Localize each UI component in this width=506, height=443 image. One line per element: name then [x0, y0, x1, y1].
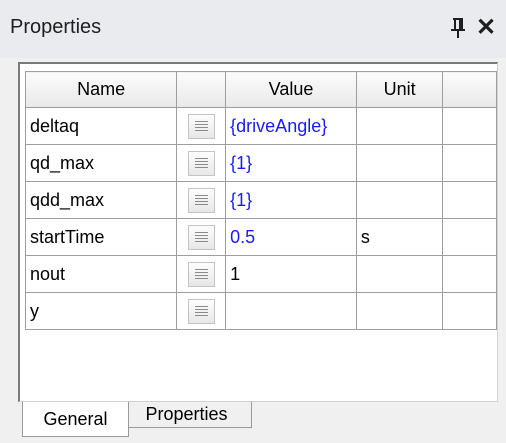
row-name-cell[interactable]: startTime: [24, 218, 178, 256]
pin-icon[interactable]: [450, 17, 466, 39]
list-icon: [194, 194, 208, 207]
panel-title: Properties: [10, 16, 102, 38]
close-icon[interactable]: ✕: [476, 16, 496, 40]
row-extra-cell: [442, 144, 497, 182]
edit-list-button[interactable]: [187, 224, 215, 250]
row-extra-cell: [442, 181, 497, 219]
table-row[interactable]: deltaq {driveAngle}: [24, 107, 497, 145]
properties-panel: Properties ✕ Name Value Unit deltaq {dri…: [0, 0, 506, 443]
row-button-cell: [176, 218, 227, 256]
row-value-cell[interactable]: [225, 292, 357, 330]
edit-list-button[interactable]: [187, 187, 215, 213]
row-extra-cell: [442, 218, 497, 256]
table-row[interactable]: qd_max {1}: [24, 144, 497, 182]
row-name-cell[interactable]: nout: [24, 255, 178, 293]
row-button-cell: [176, 107, 227, 145]
list-icon: [194, 120, 208, 133]
row-unit-cell[interactable]: [355, 181, 444, 219]
row-extra-cell: [442, 292, 497, 330]
tab-properties[interactable]: Properties: [121, 402, 252, 428]
row-value-cell[interactable]: {driveAngle}: [225, 107, 357, 145]
table-row[interactable]: y: [24, 292, 497, 330]
row-name-cell[interactable]: y: [24, 292, 178, 330]
row-extra-cell: [442, 107, 497, 145]
row-value-cell[interactable]: {1}: [225, 181, 357, 219]
edit-list-button[interactable]: [187, 261, 215, 287]
edit-list-button[interactable]: [187, 113, 215, 139]
list-icon: [194, 231, 208, 244]
row-unit-cell[interactable]: [355, 255, 444, 293]
row-button-cell: [176, 144, 227, 182]
row-extra-cell: [442, 255, 497, 293]
property-grid: Name Value Unit deltaq {driveAngle} qd_m…: [18, 62, 498, 402]
column-header-unit[interactable]: Unit: [355, 71, 444, 108]
table-header-row: Name Value Unit: [24, 71, 497, 108]
list-icon: [194, 305, 208, 318]
tab-general[interactable]: General: [22, 402, 129, 437]
column-header-value[interactable]: Value: [225, 71, 357, 108]
row-button-cell: [176, 292, 227, 330]
edit-list-button[interactable]: [187, 150, 215, 176]
edit-list-button[interactable]: [187, 298, 215, 324]
row-button-cell: [176, 255, 227, 293]
row-value-cell[interactable]: 1: [225, 255, 357, 293]
tab-strip: Properties General: [18, 402, 498, 443]
row-unit-cell[interactable]: s: [355, 218, 444, 256]
row-unit-cell[interactable]: [355, 144, 444, 182]
column-header-button[interactable]: [176, 71, 227, 108]
list-icon: [194, 268, 208, 281]
property-table: Name Value Unit deltaq {driveAngle} qd_m…: [24, 71, 497, 330]
table-row[interactable]: qdd_max {1}: [24, 181, 497, 219]
list-icon: [194, 157, 208, 170]
row-name-cell[interactable]: deltaq: [24, 107, 178, 145]
row-value-cell[interactable]: {1}: [225, 144, 357, 182]
row-unit-cell[interactable]: [355, 107, 444, 145]
column-header-name[interactable]: Name: [24, 71, 178, 108]
row-value-cell[interactable]: 0.5: [225, 218, 357, 256]
row-name-cell[interactable]: qd_max: [24, 144, 178, 182]
row-button-cell: [176, 181, 227, 219]
panel-title-bar: Properties ✕: [0, 0, 506, 58]
table-row[interactable]: startTime 0.5 s: [24, 218, 497, 256]
table-row[interactable]: nout 1: [24, 255, 497, 293]
row-name-cell[interactable]: qdd_max: [24, 181, 178, 219]
column-header-extra: [442, 71, 497, 108]
row-unit-cell[interactable]: [355, 292, 444, 330]
